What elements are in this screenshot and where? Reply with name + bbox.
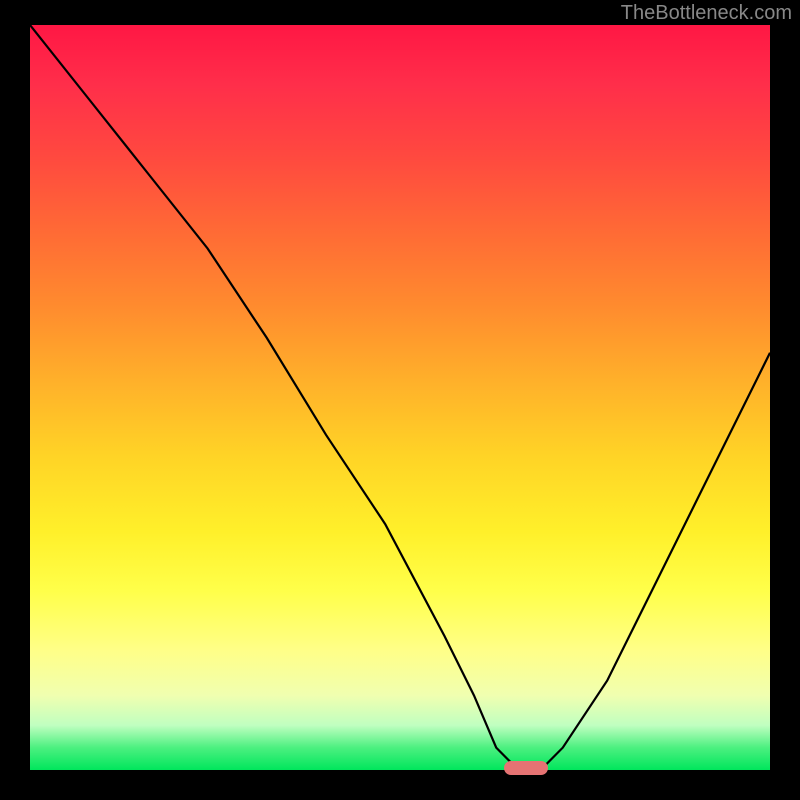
bottleneck-curve	[30, 25, 770, 770]
curve-layer	[30, 25, 770, 770]
watermark-text: TheBottleneck.com	[621, 2, 792, 25]
chart-container: TheBottleneck.com	[0, 0, 800, 800]
optimal-marker	[504, 761, 548, 775]
plot-area	[30, 25, 770, 770]
